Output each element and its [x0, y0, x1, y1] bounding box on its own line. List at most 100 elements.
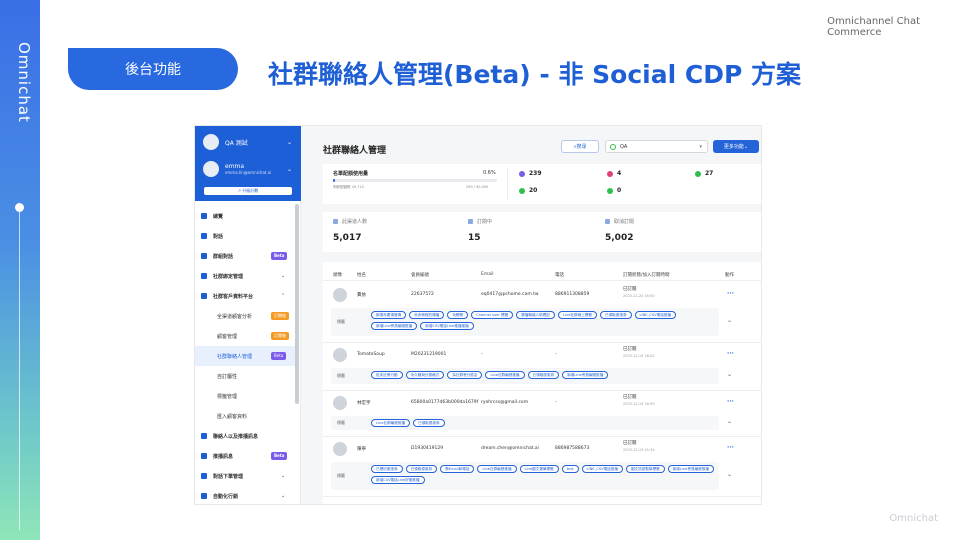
sidebar-item[interactable]: 社群綁定管理 ⌄: [195, 266, 299, 286]
sidebar-item-label: 自訂屬性: [217, 373, 238, 380]
search-button[interactable]: ⌕ 搜尋: [561, 140, 599, 153]
tag-chip[interactable]: Line社群線上標籤: [557, 311, 597, 319]
member-id: M20231219001: [411, 352, 447, 357]
more-actions-icon[interactable]: ···: [727, 350, 734, 357]
tag-chip[interactable]: 赤赤佈程的傳播: [409, 311, 445, 319]
sidebar-item[interactable]: 社群聯絡人管理 Beta: [195, 346, 299, 366]
stat-value: 5,002: [605, 233, 634, 243]
tag-chip[interactable]: test: [561, 465, 579, 473]
page-title: 社群聯絡人管理: [323, 146, 387, 156]
table-header: 姓名: [357, 273, 366, 278]
sidebar-item[interactable]: 群組對話 Beta: [195, 246, 299, 266]
contact-name[interactable]: 陳寧: [357, 446, 366, 452]
chevron-down-icon[interactable]: ⌄: [727, 471, 732, 478]
sidebar-scrollbar[interactable]: [295, 204, 299, 404]
sidebar-item[interactable]: 推播訊息 Beta: [195, 446, 299, 466]
sidebar-item[interactable]: 對話: [195, 226, 299, 246]
tag-chip[interactable]: 新增Line會員編號推播: [371, 322, 418, 330]
tag-chip[interactable]: 新增CSV電話Line好發推播: [371, 476, 425, 484]
chevron-icon: ⌄: [281, 473, 286, 479]
status-badge: 訂閱後: [271, 312, 289, 320]
contact-name[interactable]: 費依: [357, 292, 366, 298]
sidebar-item-label: 社群綁定管理: [213, 273, 244, 280]
tag-panel: 標籤 從未註冊行動 永久贈與分優格式 採社群會分區店 Line社群編號推播 已領取優惠券新…: [331, 368, 719, 384]
tag-chip[interactable]: 新增Line會員編號推播: [667, 465, 714, 473]
tag-chip[interactable]: 廣播聯絡人助標記: [516, 311, 555, 319]
slide-title: 社群聯絡人管理(Beta) - 非 Social CDP 方案: [268, 60, 802, 89]
tag-chip[interactable]: 永久贈與分優格式: [405, 371, 445, 379]
upgrade-button[interactable]: ↗ 升級計劃: [204, 187, 292, 195]
tag-chip[interactable]: Line圖文選單標籤: [519, 465, 559, 473]
sidebar-item[interactable]: 全渠道顧客分析 訂閱後: [195, 306, 299, 326]
tag-chip[interactable]: 鄭德赤要領發傳: [371, 311, 407, 319]
phone: 886987588673: [555, 446, 590, 451]
tag-chip[interactable]: Line社群編號推播: [485, 371, 525, 379]
messenger-icon: [519, 170, 525, 177]
upgrade-icon: ↗: [237, 188, 242, 193]
chevron-down-icon: ▾: [699, 143, 702, 150]
sidebar-item[interactable]: 社群客戶資料平台 ⌃: [195, 286, 299, 306]
menu-icon: [201, 433, 207, 439]
chevron-down-icon: ⌄: [287, 138, 293, 146]
tag-chip[interactable]: 刪Email和電話: [440, 465, 475, 473]
sidebar-item-label: 匯入顧客資料: [217, 413, 248, 420]
webchat-count: 20: [519, 187, 537, 194]
tag-chip[interactable]: 新增CSV電話Line推播推播: [420, 322, 474, 330]
tag-chip[interactable]: 已標記優惠券: [371, 465, 403, 473]
sidebar-item[interactable]: 自訂屬性: [195, 366, 299, 386]
top-right-caption: Omnichannel Chat Commerce: [827, 16, 920, 38]
sidebar-item[interactable]: 聯絡人以及推播訊息: [195, 426, 299, 446]
tag-chip[interactable]: 玩聰聰: [447, 311, 469, 319]
channel-select[interactable]: QA ▾: [605, 140, 708, 153]
chevron-down-icon[interactable]: ⌄: [727, 371, 732, 378]
tag-chip[interactable]: 已領取優惠券: [405, 465, 438, 473]
tag-chip[interactable]: Line社群編號推播: [371, 419, 411, 427]
table-header: Email: [481, 272, 494, 277]
row-divider: [323, 342, 761, 343]
tag-chip[interactable]: 已領取優惠券: [527, 371, 560, 379]
sidebar-item[interactable]: 匯入顧客資料: [195, 406, 299, 426]
quota-usage: 290 / 50,000: [466, 185, 489, 189]
more-actions-icon[interactable]: ···: [727, 398, 734, 405]
tag-chip[interactable]: 已領取優惠券: [413, 419, 445, 427]
contact-name[interactable]: TomatoSoup: [357, 352, 385, 357]
status-badge: Beta: [271, 452, 288, 460]
tag-chip[interactable]: Channel user 標籤: [471, 311, 514, 319]
tag-list: 已標記優惠券 已領取優惠券 刪Email和電話 Line社群編號推播 Line圖文選單標…: [371, 465, 719, 484]
tag-chip[interactable]: 圖文訊息點擊標籤: [625, 465, 665, 473]
sidebar-item[interactable]: 對話下單管理 ⌄: [195, 466, 299, 486]
sidebar-item-label: 聯絡人以及推播訊息: [213, 433, 259, 440]
sidebar-item[interactable]: 顧客管理 訂閱後: [195, 326, 299, 346]
table-header: 頭像: [333, 273, 342, 278]
tag-list: 從未註冊行動 永久贈與分優格式 採社群會分區店 Line社群編號推播 已領取優惠券 新增L…: [371, 371, 719, 379]
user-switcher[interactable]: emma emma.lin@omnichat.ai ⌄: [203, 161, 292, 177]
menu-icon: [201, 493, 207, 499]
tag-chip[interactable]: 採社群會分區店: [447, 371, 483, 379]
menu-icon: [201, 293, 207, 299]
stat-label: 取消訂閱: [605, 218, 634, 225]
account-switcher[interactable]: QA 測試 ⌄: [203, 134, 292, 150]
chevron-down-icon[interactable]: ⌄: [727, 418, 732, 425]
subscription-status: 已訂閱: [623, 441, 637, 446]
tag-chip[interactable]: 新增Line會員編號推播: [562, 371, 609, 379]
channel-count: 20: [529, 187, 538, 194]
subscription-status: 已訂閱: [623, 395, 637, 400]
tag-chip[interactable]: LINE_CSV電話推播: [634, 311, 676, 319]
phone: 886911308859: [555, 292, 590, 297]
stat-label-text: 此渠道人數: [342, 219, 368, 225]
tag-chip[interactable]: Line社群編號推播: [477, 465, 517, 473]
instagram-icon: [607, 170, 613, 177]
tag-chip[interactable]: LINE_CSV電話推播: [581, 465, 623, 473]
sidebar-item[interactable]: 標籤管理: [195, 386, 299, 406]
chevron-down-icon[interactable]: ⌄: [727, 317, 732, 324]
contact-name[interactable]: 林宏宇: [357, 400, 371, 406]
more-actions-icon[interactable]: ···: [727, 444, 734, 451]
more-actions-icon[interactable]: ···: [727, 290, 734, 297]
tag-chip[interactable]: 從未註冊行動: [371, 371, 403, 379]
sidebar-item[interactable]: 自動化行銷 ⌄: [195, 486, 299, 504]
sidebar-item[interactable]: 總覽: [195, 206, 299, 226]
channel-count: 27: [705, 170, 714, 177]
more-actions-button[interactable]: 更多功能 ⌄: [713, 140, 759, 153]
subscription-date: 2023-12-19 16:59: [623, 402, 655, 406]
tag-chip[interactable]: 已領取優惠券: [599, 311, 632, 319]
